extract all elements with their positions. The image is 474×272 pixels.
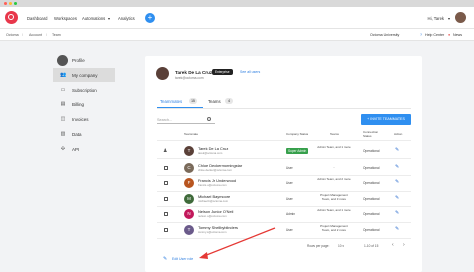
annotation-arrow bbox=[199, 227, 276, 259]
